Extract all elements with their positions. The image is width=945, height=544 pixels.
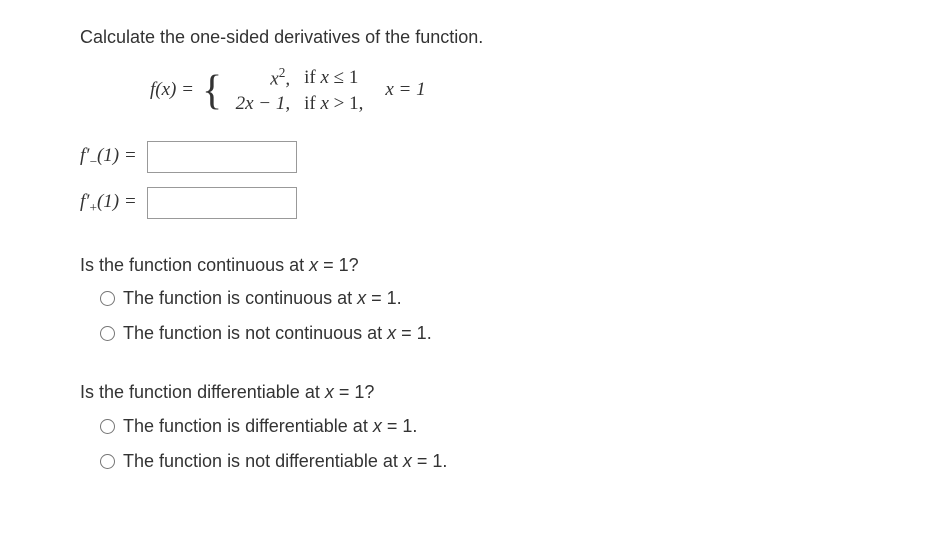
left-derivative-label: f′−(1) = — [80, 143, 137, 171]
left-derivative-input[interactable] — [147, 141, 297, 173]
point: x = 1 — [385, 77, 425, 104]
function-definition: f(x) = { x2, if x ≤ 1 2x − 1, if x > 1, … — [150, 64, 875, 117]
differentiability-option-2-radio[interactable] — [100, 454, 115, 469]
case1-cond: if x ≤ 1 — [304, 66, 358, 91]
differentiability-option-1-label: The function is differentiable at x = 1. — [123, 414, 417, 439]
right-derivative-input[interactable] — [147, 187, 297, 219]
continuity-option-2-label: The function is not continuous at x = 1. — [123, 321, 432, 346]
continuity-option-1-radio[interactable] — [100, 291, 115, 306]
differentiability-option-1-radio[interactable] — [100, 419, 115, 434]
continuity-option-1-label: The function is continuous at x = 1. — [123, 286, 402, 311]
right-derivative-label: f′+(1) = — [80, 189, 137, 217]
continuity-question: Is the function continuous at x = 1? — [80, 253, 875, 278]
brace-icon: { — [202, 70, 222, 112]
continuity-option-2-radio[interactable] — [100, 326, 115, 341]
case2-cond: if x > 1, — [304, 92, 363, 117]
differentiability-option-2-label: The function is not differentiable at x … — [123, 449, 447, 474]
lhs: f(x) = — [150, 77, 194, 104]
problem-prompt: Calculate the one-sided derivatives of t… — [80, 25, 875, 50]
differentiability-question: Is the function differentiable at x = 1? — [80, 380, 875, 405]
case2-expr: 2x − 1, — [230, 92, 290, 117]
case1-expr: x2, — [230, 64, 290, 92]
